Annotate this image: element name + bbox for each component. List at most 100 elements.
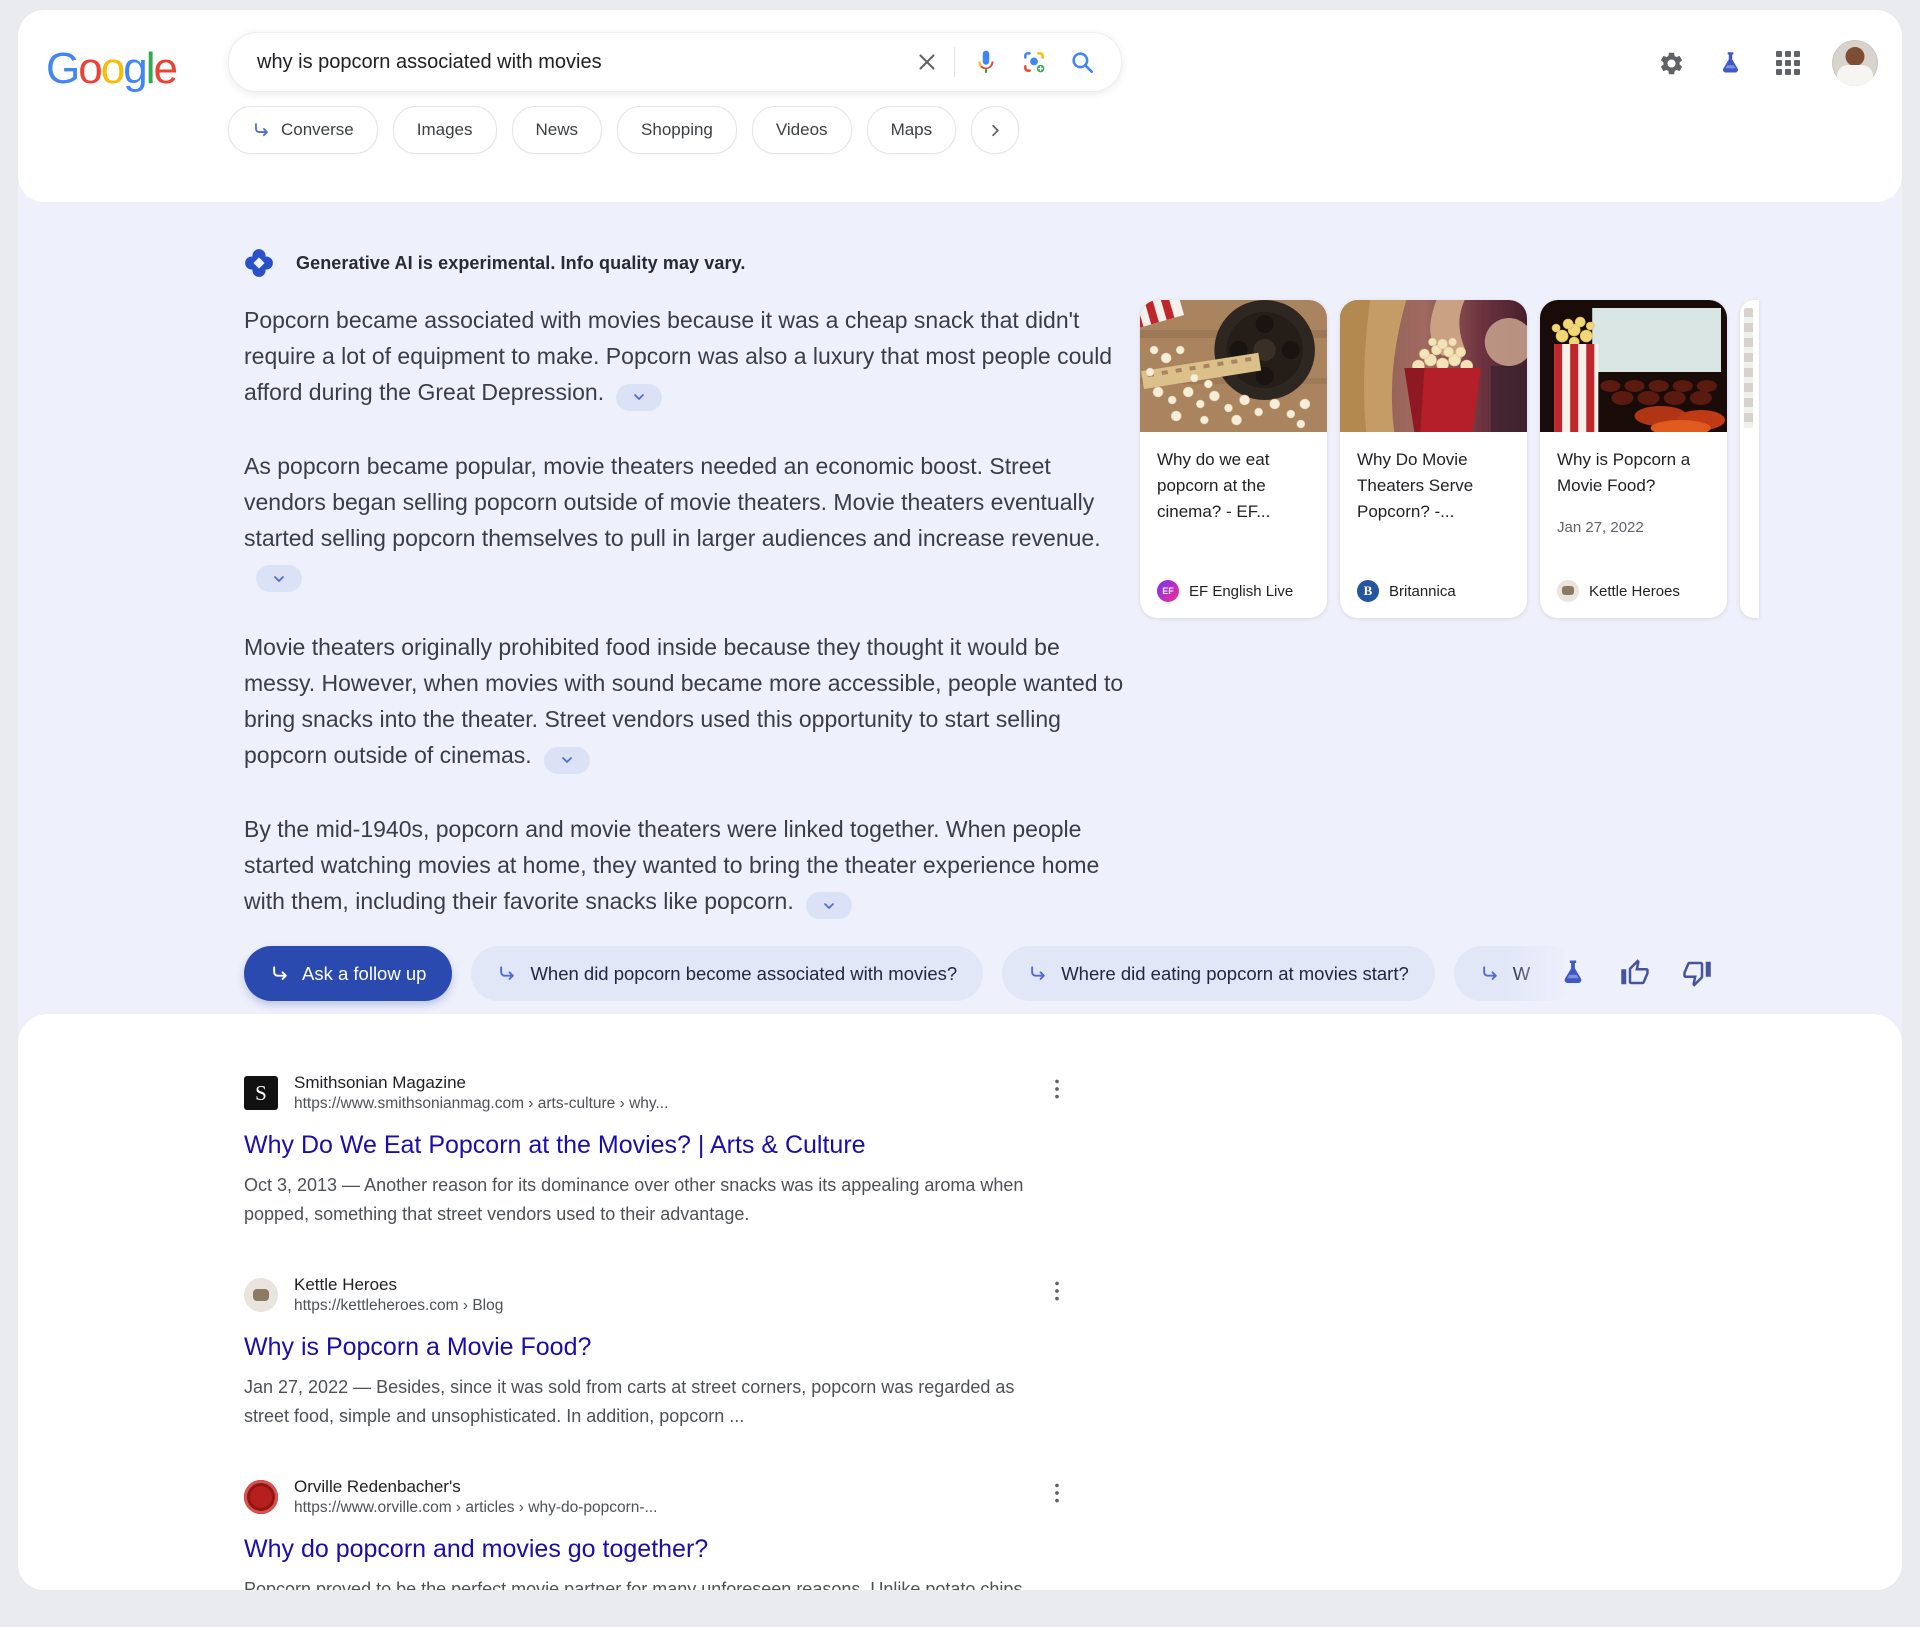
search-result: Orville Redenbacher's https://www.orvill… xyxy=(244,1476,1074,1590)
source-card-title: Why Do Movie Theaters Serve Popcorn? -..… xyxy=(1357,447,1510,525)
tab-news[interactable]: News xyxy=(512,106,603,154)
expand-sources-button[interactable] xyxy=(806,892,852,919)
result-source-header[interactable]: Orville Redenbacher's https://www.orvill… xyxy=(244,1476,1074,1518)
tab-videos[interactable]: Videos xyxy=(752,106,852,154)
ef-english-live-favicon: EF xyxy=(1157,580,1179,602)
tab-label: Shopping xyxy=(641,120,713,140)
follow-up-chip-label: When did popcorn become associated with … xyxy=(530,963,957,985)
follow-up-chip-label: Where did eating popcorn at movies start… xyxy=(1061,963,1409,985)
smithsonian-favicon: S xyxy=(244,1076,278,1110)
source-card-body: Why Do Movie Theaters Serve Popcorn? -..… xyxy=(1340,432,1527,618)
source-card-kettle-heroes[interactable]: Why is Popcorn a Movie Food? Jan 27, 202… xyxy=(1540,300,1727,618)
header-actions xyxy=(1658,40,1878,86)
result-source-header[interactable]: S Smithsonian Magazine https://www.smith… xyxy=(244,1072,1074,1114)
search-divider xyxy=(954,47,955,77)
kettle-heroes-favicon xyxy=(244,1278,278,1312)
chevron-right-icon xyxy=(986,121,1005,140)
ask-follow-up-button[interactable]: Ask a follow up xyxy=(244,946,452,1001)
search-result: Kettle Heroes https://kettleheroes.com ›… xyxy=(244,1274,1074,1431)
britannica-favicon: B xyxy=(1357,580,1379,602)
follow-up-chip[interactable]: Where did eating popcorn at movies start… xyxy=(1002,946,1435,1001)
apps-grid-icon[interactable] xyxy=(1776,51,1800,75)
logo-letter: l xyxy=(146,44,154,94)
tab-maps[interactable]: Maps xyxy=(867,106,957,154)
source-name: EF English Live xyxy=(1189,583,1293,600)
ai-paragraph: Popcorn became associated with movies be… xyxy=(244,302,1128,411)
source-card-date: Jan 27, 2022 xyxy=(1557,519,1710,536)
turn-arrow-icon xyxy=(270,964,290,984)
search-result: S Smithsonian Magazine https://www.smith… xyxy=(244,1072,1074,1229)
logo-letter: e xyxy=(153,44,175,94)
tabs-overflow-button[interactable] xyxy=(971,106,1019,154)
tab-label: Converse xyxy=(281,120,354,140)
logo-letter: G xyxy=(46,44,78,94)
follow-up-chip[interactable]: When did popcorn become associated with … xyxy=(471,946,983,1001)
expand-sources-button[interactable] xyxy=(256,565,302,592)
result-snippet: Oct 3, 2013 — Another reason for its dom… xyxy=(244,1171,1034,1229)
result-breadcrumb: https://www.smithsonianmag.com › arts-cu… xyxy=(294,1094,668,1114)
ai-disclaimer-text: Generative AI is experimental. Info qual… xyxy=(296,253,745,274)
settings-gear-icon[interactable] xyxy=(1658,50,1685,77)
tab-converse[interactable]: Converse xyxy=(228,106,378,154)
google-logo[interactable]: Google xyxy=(46,44,176,94)
more-options-icon[interactable] xyxy=(1044,1278,1070,1304)
partial-source-card[interactable] xyxy=(1740,300,1759,618)
search-input[interactable] xyxy=(229,51,914,74)
source-attribution: B Britannica xyxy=(1357,580,1510,602)
logo-letter: o xyxy=(78,44,100,94)
turn-arrow-icon xyxy=(1028,964,1048,984)
ai-paragraph: Movie theaters originally prohibited foo… xyxy=(244,629,1128,774)
result-title-link[interactable]: Why Do We Eat Popcorn at the Movies? | A… xyxy=(244,1129,866,1161)
logo-letter: o xyxy=(101,44,123,94)
mic-icon[interactable] xyxy=(973,49,999,75)
source-card-britannica[interactable]: Why Do Movie Theaters Serve Popcorn? -..… xyxy=(1340,300,1527,618)
avatar[interactable] xyxy=(1832,40,1878,86)
cinema-screen-thumbnail xyxy=(1540,300,1727,432)
ai-answer: Popcorn became associated with movies be… xyxy=(244,302,1128,956)
search-tabs: Converse Images News Shopping Videos Map… xyxy=(228,106,1019,154)
result-breadcrumb: https://www.orville.com › articles › why… xyxy=(294,1498,658,1518)
thumbs-down-icon[interactable] xyxy=(1682,958,1712,988)
source-attribution: EF EF English Live xyxy=(1157,580,1310,602)
source-card-body: Why is Popcorn a Movie Food? Jan 27, 202… xyxy=(1540,432,1727,618)
result-breadcrumb: https://kettleheroes.com › Blog xyxy=(294,1296,503,1316)
follow-up-chip-label: W xyxy=(1513,963,1530,985)
labs-flask-icon[interactable] xyxy=(1558,958,1588,988)
organic-results-section: S Smithsonian Magazine https://www.smith… xyxy=(18,1014,1902,1590)
tab-label: Videos xyxy=(776,120,828,140)
more-options-icon[interactable] xyxy=(1044,1076,1070,1102)
expand-sources-button[interactable] xyxy=(544,747,590,774)
result-title-link[interactable]: Why do popcorn and movies go together? xyxy=(244,1533,708,1565)
expand-sources-button[interactable] xyxy=(616,384,662,411)
clear-icon[interactable] xyxy=(914,49,940,75)
tab-label: Maps xyxy=(891,120,933,140)
result-snippet: Jan 27, 2022 — Besides, since it was sol… xyxy=(244,1373,1034,1431)
labs-flask-icon[interactable] xyxy=(1717,50,1744,77)
ai-paragraph-text: Popcorn became associated with movies be… xyxy=(244,307,1112,405)
result-snippet: Popcorn proved to be the perfect movie p… xyxy=(244,1575,1034,1590)
tab-label: News xyxy=(536,120,579,140)
search-icon[interactable] xyxy=(1069,49,1095,75)
kettle-heroes-favicon xyxy=(1557,580,1579,602)
result-source-header[interactable]: Kettle Heroes https://kettleheroes.com ›… xyxy=(244,1274,1074,1316)
lens-icon[interactable] xyxy=(1021,49,1047,75)
header: Google xyxy=(18,10,1902,202)
ai-source-cards: Why do we eat popcorn at the cinema? - E… xyxy=(1140,300,1727,618)
tab-label: Images xyxy=(417,120,473,140)
thumbs-up-icon[interactable] xyxy=(1620,958,1650,988)
source-attribution: Kettle Heroes xyxy=(1557,580,1710,602)
popcorn-bucket-thumbnail xyxy=(1340,300,1527,432)
more-options-icon[interactable] xyxy=(1044,1480,1070,1506)
result-title-link[interactable]: Why is Popcorn a Movie Food? xyxy=(244,1331,591,1363)
follow-up-row: Ask a follow up When did popcorn become … xyxy=(244,946,1576,1001)
source-card-title: Why do we eat popcorn at the cinema? - E… xyxy=(1157,447,1310,525)
source-card-ef[interactable]: Why do we eat popcorn at the cinema? - E… xyxy=(1140,300,1327,618)
turn-arrow-icon xyxy=(252,121,271,140)
search-bar[interactable] xyxy=(228,32,1122,92)
source-card-body: Why do we eat popcorn at the cinema? - E… xyxy=(1140,432,1327,618)
source-card-title: Why is Popcorn a Movie Food? xyxy=(1557,447,1710,499)
source-name: Kettle Heroes xyxy=(1589,583,1680,600)
tab-shopping[interactable]: Shopping xyxy=(617,106,737,154)
tab-images[interactable]: Images xyxy=(393,106,497,154)
search-results-page: Google xyxy=(18,10,1902,1590)
